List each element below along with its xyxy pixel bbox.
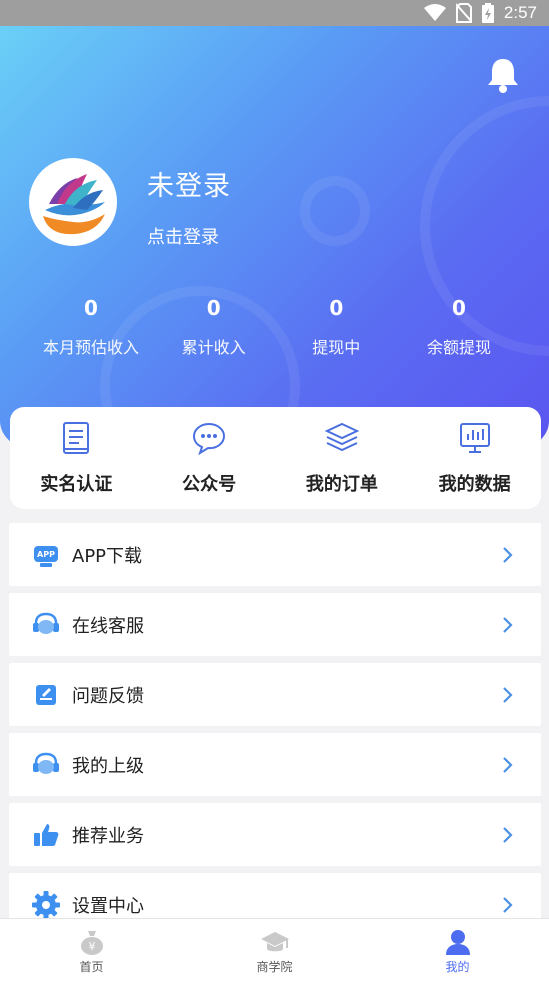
stat-value: 0	[84, 296, 98, 320]
menu-item-label: 问题反馈	[72, 685, 144, 707]
quick-action-label: 我的数据	[438, 474, 511, 495]
status-time: 2:57	[503, 3, 537, 22]
app-download-icon: APP	[31, 540, 61, 570]
quick-action-label: 公众号	[182, 474, 237, 495]
stat-balance-withdraw[interactable]: 0 余额提现	[398, 296, 520, 358]
menu-item-label: 推荐业务	[72, 825, 144, 847]
login-link[interactable]: 点击登录	[147, 223, 219, 249]
stat-withdrawing[interactable]: 0 提现中	[275, 296, 397, 358]
tab-label: 首页	[79, 960, 104, 974]
quick-action-my-orders[interactable]: 我的订单	[277, 420, 407, 496]
graduation-cap-icon	[195, 928, 355, 956]
profile-header: 未登录 点击登录 0 本月预估收入 0 累计收入 0 提现中 0 余额提现	[0, 26, 549, 451]
chevron-right-icon	[493, 890, 523, 920]
status-bar: 2:57	[0, 0, 549, 26]
stat-label: 余额提现	[426, 338, 491, 357]
layers-icon	[277, 420, 407, 456]
id-book-icon	[11, 420, 141, 456]
stat-value: 0	[329, 296, 344, 320]
data-chart-icon	[410, 420, 540, 456]
decorative-ring	[300, 176, 370, 246]
chevron-right-icon	[493, 750, 523, 780]
stats-row: 0 本月预估收入 0 累计收入 0 提现中 0 余额提现	[30, 296, 520, 358]
battery-charging-icon	[481, 3, 494, 23]
tab-label: 我的	[445, 960, 470, 974]
bell-icon[interactable]	[485, 56, 521, 94]
chevron-right-icon	[493, 610, 523, 640]
svg-text:¥: ¥	[88, 940, 95, 953]
quick-action-label: 实名认证	[40, 474, 113, 495]
tab-mine[interactable]: 我的	[378, 919, 538, 981]
stat-label: 提现中	[312, 338, 361, 357]
chat-bubble-icon	[144, 420, 274, 456]
chevron-right-icon	[493, 820, 523, 850]
person-icon	[378, 928, 538, 956]
quick-action-label: 我的订单	[305, 474, 378, 495]
stat-value: 0	[452, 296, 466, 320]
no-sim-icon	[455, 3, 472, 23]
menu-item-app-download[interactable]: APP APP下载	[9, 523, 541, 586]
quick-action-verification[interactable]: 实名认证	[11, 420, 141, 496]
menu-item-recommend-business[interactable]: 推荐业务	[9, 803, 541, 866]
money-bag-icon: ¥	[12, 928, 172, 956]
quick-actions-card: 实名认证 公众号 我的订单 我的数据	[10, 407, 541, 509]
menu-item-my-superior[interactable]: 我的上级	[9, 733, 541, 796]
menu-item-feedback[interactable]: 问题反馈	[9, 663, 541, 726]
svg-text:APP: APP	[37, 550, 55, 559]
stat-monthly-estimate[interactable]: 0 本月预估收入	[30, 296, 152, 358]
headset-icon	[31, 750, 61, 780]
stat-label: 累计收入	[181, 338, 246, 357]
chevron-right-icon	[493, 540, 523, 570]
menu-item-label: APP下载	[72, 545, 143, 567]
quick-action-official-account[interactable]: 公众号	[144, 420, 274, 496]
headset-icon	[31, 610, 61, 640]
menu-item-online-service[interactable]: 在线客服	[9, 593, 541, 656]
menu-item-label: 我的上级	[72, 755, 144, 777]
stat-label: 本月预估收入	[42, 338, 139, 357]
feedback-icon	[31, 680, 61, 710]
wifi-icon	[423, 4, 446, 22]
tab-label: 商学院	[256, 960, 293, 974]
menu-list: APP APP下载 在线客服 问题反馈 我的上级 推荐业务 设置中心	[9, 523, 541, 943]
menu-item-label: 设置中心	[72, 895, 144, 917]
user-name: 未登录	[147, 171, 231, 202]
tab-business-school[interactable]: 商学院	[195, 919, 355, 981]
quick-action-my-data[interactable]: 我的数据	[410, 420, 540, 496]
stat-total-income[interactable]: 0 累计收入	[153, 296, 275, 358]
tab-home[interactable]: ¥ 首页	[12, 919, 172, 981]
stat-value: 0	[206, 296, 221, 320]
menu-item-label: 在线客服	[72, 615, 144, 637]
bottom-tab-bar: ¥ 首页 商学院 我的	[0, 918, 549, 981]
gear-icon	[31, 890, 61, 920]
thumbs-up-icon	[31, 820, 61, 850]
chevron-right-icon	[493, 680, 523, 710]
avatar[interactable]	[29, 158, 117, 246]
